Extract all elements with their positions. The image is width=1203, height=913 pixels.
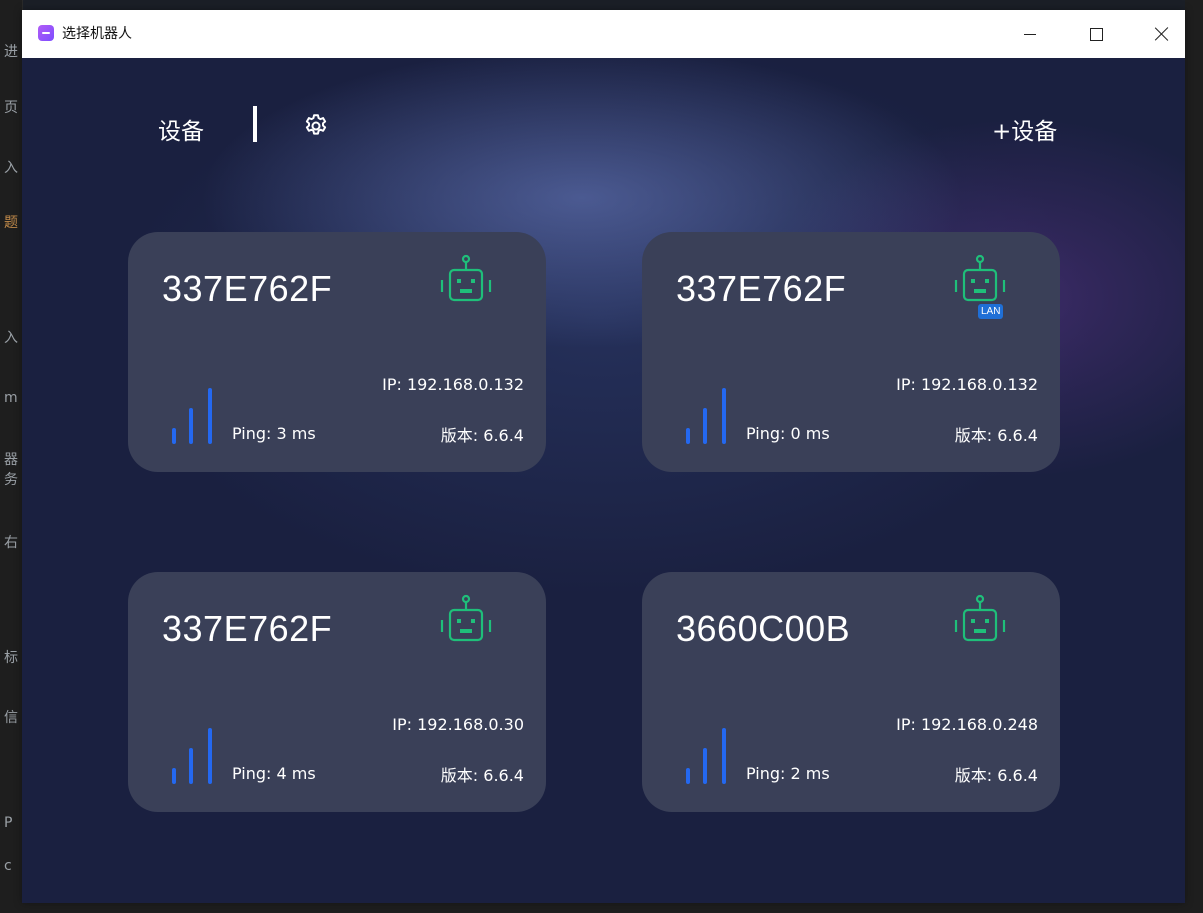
device-panel: 设备 +设备 337E762F IP: 192.168.0.132 Ping: … bbox=[22, 58, 1185, 903]
background-glyph: 进 bbox=[4, 44, 18, 60]
signal-bar bbox=[686, 768, 690, 784]
device-card[interactable]: 3660C00B IP: 192.168.0.248 Ping: 2 ms 版本… bbox=[642, 572, 1060, 812]
background-bottom-strip bbox=[0, 903, 1203, 913]
background-glyph: 页 bbox=[4, 100, 18, 116]
signal-strength-icon bbox=[686, 728, 732, 784]
signal-bar bbox=[722, 728, 726, 784]
device-card[interactable]: 337E762F IP: 192.168.0.30 Ping: 4 ms 版本:… bbox=[128, 572, 546, 812]
close-button[interactable] bbox=[1139, 10, 1185, 58]
device-ping: Ping: 3 ms bbox=[232, 424, 316, 443]
app-icon bbox=[38, 25, 54, 41]
close-icon bbox=[1155, 27, 1169, 41]
minimize-button[interactable] bbox=[1007, 10, 1053, 58]
signal-bar bbox=[703, 748, 707, 784]
background-glyph: 务 bbox=[4, 472, 18, 488]
signal-bar bbox=[189, 748, 193, 784]
robot-icon bbox=[954, 594, 1006, 642]
device-ping: Ping: 4 ms bbox=[232, 764, 316, 783]
background-glyph: 信 bbox=[4, 710, 18, 726]
device-card[interactable]: 337E762F IP: 192.168.0.132 Ping: 3 ms 版本… bbox=[128, 232, 546, 472]
background-editor-strip: 进 页 入 题 入 m 器 务 右 标 信 P c bbox=[0, 0, 23, 913]
signal-strength-icon bbox=[172, 388, 218, 444]
signal-bar bbox=[686, 428, 690, 444]
signal-bar bbox=[703, 408, 707, 444]
signal-strength-icon bbox=[172, 728, 218, 784]
title-bar[interactable]: 选择机器人 bbox=[22, 10, 1185, 58]
device-ping: Ping: 2 ms bbox=[746, 764, 830, 783]
device-card[interactable]: 337E762F LAN IP: 192.168.0.132 Ping: 0 m… bbox=[642, 232, 1060, 472]
device-ip: IP: 192.168.0.30 bbox=[392, 715, 524, 734]
background-right-strip bbox=[1185, 0, 1203, 913]
device-name: 337E762F bbox=[162, 608, 333, 649]
signal-strength-icon bbox=[686, 388, 732, 444]
device-version: 版本: 6.6.4 bbox=[954, 426, 1038, 445]
device-ip: IP: 192.168.0.132 bbox=[382, 375, 524, 394]
device-name: 337E762F bbox=[676, 268, 847, 309]
device-name: 337E762F bbox=[162, 268, 333, 309]
signal-bar bbox=[208, 728, 212, 784]
minimize-icon bbox=[1024, 33, 1036, 35]
background-glyph: 右 bbox=[4, 535, 18, 551]
signal-bar bbox=[722, 388, 726, 444]
robot-selector-window: 选择机器人 设备 +设备 337E762F IP: 192.168.0.132 … bbox=[22, 10, 1185, 903]
maximize-icon bbox=[1089, 27, 1103, 41]
add-device-button[interactable]: +设备 bbox=[992, 112, 1057, 146]
background-glyph: 入 bbox=[4, 160, 18, 176]
signal-bar bbox=[172, 768, 176, 784]
signal-bar bbox=[172, 428, 176, 444]
lan-badge: LAN bbox=[978, 304, 1004, 319]
device-ip: IP: 192.168.0.248 bbox=[896, 715, 1038, 734]
device-ip: IP: 192.168.0.132 bbox=[896, 375, 1038, 394]
settings-gear-icon[interactable] bbox=[302, 112, 330, 140]
tab-devices[interactable]: 设备 bbox=[158, 112, 204, 146]
background-glyph: 题 bbox=[4, 215, 18, 231]
signal-bar bbox=[208, 388, 212, 444]
background-glyph: P bbox=[4, 815, 13, 831]
window-title: 选择机器人 bbox=[62, 26, 132, 42]
device-version: 版本: 6.6.4 bbox=[440, 426, 524, 445]
device-version: 版本: 6.6.4 bbox=[440, 766, 524, 785]
signal-bar bbox=[189, 408, 193, 444]
robot-icon bbox=[440, 254, 492, 302]
background-glyph: c bbox=[4, 858, 12, 874]
background-glyph: m bbox=[4, 390, 18, 406]
maximize-button[interactable] bbox=[1073, 10, 1119, 58]
device-version: 版本: 6.6.4 bbox=[954, 766, 1038, 785]
robot-icon bbox=[440, 594, 492, 642]
background-glyph: 器 bbox=[4, 452, 18, 468]
device-name: 3660C00B bbox=[676, 608, 851, 649]
device-ping: Ping: 0 ms bbox=[746, 424, 830, 443]
tab-divider bbox=[253, 106, 257, 142]
background-glyph: 标 bbox=[4, 650, 18, 666]
background-glyph: 入 bbox=[4, 330, 18, 346]
